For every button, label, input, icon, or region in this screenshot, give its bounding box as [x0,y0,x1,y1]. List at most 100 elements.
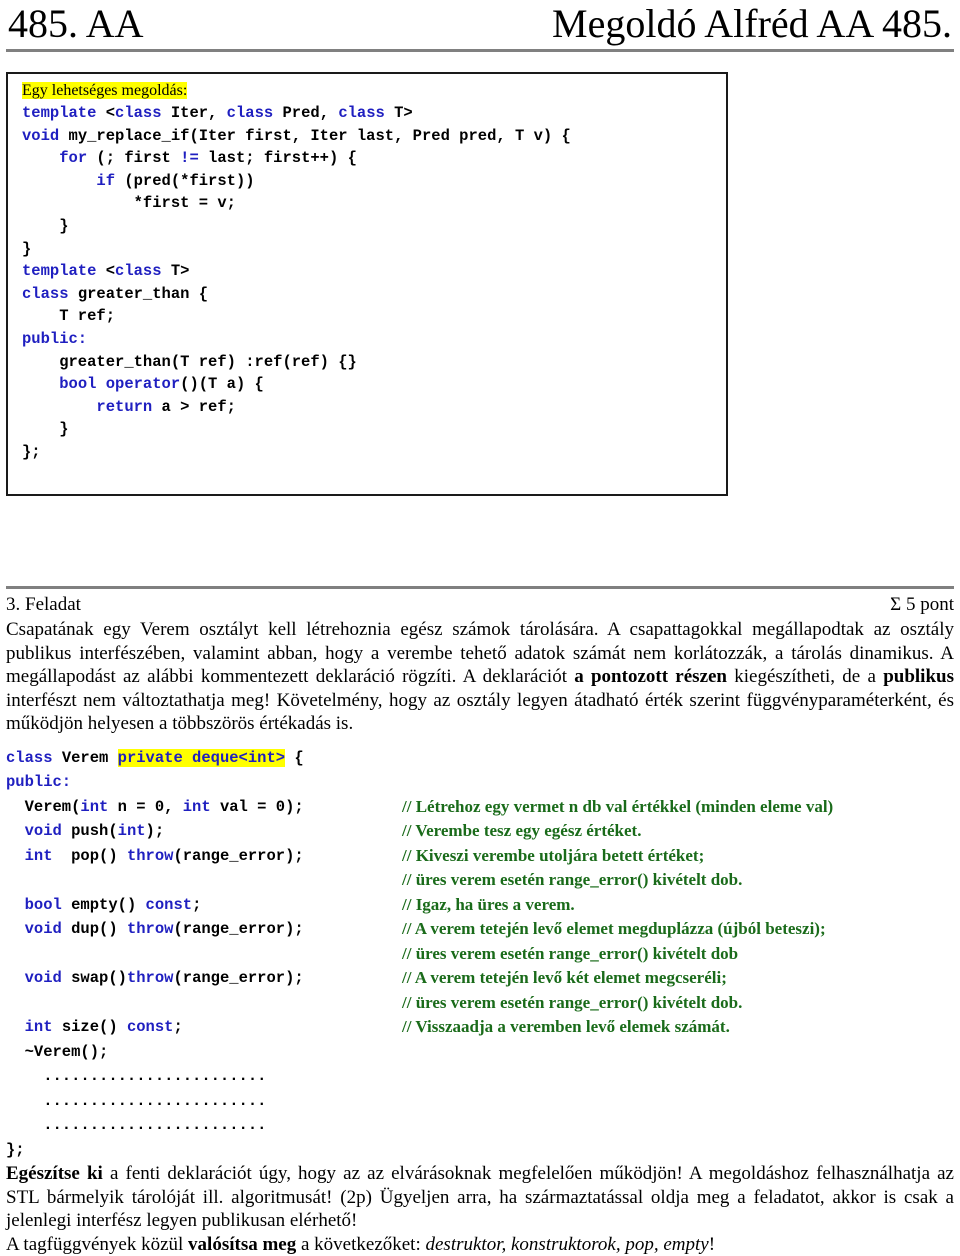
code-token: (; first [87,149,180,167]
code-token: class [227,104,274,122]
code-token: n = 0, [108,798,182,816]
code-token: throw [127,969,174,987]
code-token: greater_than { [69,285,209,303]
code-token: a > ref; [152,398,236,416]
solution-code-box: Egy lehetséges megoldás: template <class… [6,72,728,496]
code-token: T> [385,104,413,122]
declaration-row: // üres verem esetén range_error() kivét… [6,868,954,893]
declaration-row: ........................ [6,1089,954,1114]
code-token [6,1018,25,1036]
code-token: public: [6,773,71,791]
declaration-row: int pop() throw(range_error);// Kiveszi … [6,844,954,869]
code-line: public: [22,328,718,351]
declaration-code: int pop() throw(range_error); [6,844,402,869]
code-token: (range_error); [173,969,303,987]
declaration-code: ........................ [6,1113,402,1138]
code-token [22,398,96,416]
code-token: Verem( [6,798,80,816]
task-section-divider [6,586,954,589]
solution-code: template <class Iter, class Pred, class … [22,102,718,464]
code-token: template [22,262,106,280]
code-token: public: [22,330,87,348]
declaration-row: ........................ [6,1064,954,1089]
code-token: ()(T a) { [180,375,264,393]
exam-page: 485. AA Megoldó Alfréd AA 485. Egy lehet… [0,0,960,1246]
declaration-code: class Verem private deque<int> { [6,746,402,771]
declaration-row: }; [6,1138,954,1163]
code-token: ........................ [6,1067,266,1085]
header-student-name: Megoldó Alfréd AA 485. [552,2,952,46]
code-token: }; [6,1141,25,1159]
code-token: class [115,262,162,280]
declaration-comment: // üres verem esetén range_error() kivét… [402,942,738,967]
code-token: ~Verem(); [6,1043,108,1061]
code-token: ); [146,822,165,840]
code-token: < [106,104,115,122]
code-line: void my_replace_if(Iter first, Iter last… [22,125,718,148]
page-header: 485. AA Megoldó Alfréd AA 485. [6,0,954,46]
code-token [6,896,25,914]
declaration-comment: // Igaz, ha üres a verem. [402,893,575,918]
code-token: my_replace_if(Iter first, Iter last, Pre… [59,127,571,145]
declaration-row: // üres verem esetén range_error() kivét… [6,942,954,967]
code-token: void [25,969,62,987]
footer-required-members-line: A tagfüggvények közül valósítsa meg a kö… [6,1233,954,1256]
declaration-comment: // Visszaadja a veremben levő elemek szá… [402,1015,730,1040]
code-token: class [115,104,162,122]
code-token: void [25,920,62,938]
declaration-code: ........................ [6,1089,402,1114]
declaration-row: // üres verem esetén range_error() kivét… [6,991,954,1016]
code-line: for (; first != last; first++) { [22,147,718,170]
footer-run: valósítsa meg [188,1234,296,1255]
code-token: != [180,149,199,167]
task-points-label: Σ 5 pont [890,593,954,617]
code-line: template <class Iter, class Pred, class … [22,102,718,125]
declaration-comment: // A verem tetején levő elemet megdupláz… [402,917,826,942]
declaration-code [6,868,402,893]
code-token: int [25,1018,53,1036]
task-description-paragraph: Csapatának egy Verem osztályt kell létre… [6,618,954,736]
code-token: int [118,822,146,840]
code-token: T> [162,262,190,280]
declaration-row: void push(int);// Verembe tesz egy egész… [6,819,954,844]
declaration-comment: // üres verem esetén range_error() kivét… [402,991,742,1016]
code-line: T ref; [22,305,718,328]
code-token: int [183,798,211,816]
code-line: greater_than(T ref) :ref(ref) {} [22,351,718,374]
header-exam-code: 485. AA [8,2,144,46]
code-token: ........................ [6,1116,266,1134]
code-line: *first = v; [22,192,718,215]
code-line: class greater_than { [22,283,718,306]
code-token: last; first++) { [199,149,357,167]
paragraph-run: publikus [883,666,954,687]
code-token: (range_error); [173,920,303,938]
code-token [22,375,59,393]
code-token: pop() [53,847,127,865]
declaration-row: public: [6,770,954,795]
declaration-code: void swap()throw(range_error); [6,966,402,991]
code-token: class [6,749,53,767]
code-token: throw [127,847,174,865]
declaration-comment: // Verembe tesz egy egész értéket. [402,819,641,844]
code-token: template [22,104,106,122]
declaration-code: bool empty() const; [6,893,402,918]
header-divider [6,49,954,52]
code-token [6,920,25,938]
code-line: return a > ref; [22,396,718,419]
code-token: Pred, [273,104,338,122]
code-token: bool [25,896,62,914]
footer-run: A tagfüggvények közül [6,1234,188,1255]
code-token: } [22,217,69,235]
code-token: void [25,822,62,840]
task-heading-row: 3. Feladat Σ 5 pont [6,593,954,617]
footer-run: ! [709,1234,715,1255]
code-line: template <class T> [22,260,718,283]
footer-run: a következőket: [296,1234,425,1255]
declaration-code: int size() const; [6,1015,402,1040]
declaration-row: int size() const;// Visszaadja a verembe… [6,1015,954,1040]
code-token [6,969,25,987]
declaration-code: public: [6,770,402,795]
footer-run: destruktor, konstruktorok, pop, empty [426,1234,709,1255]
code-token: class [338,104,385,122]
code-token: size() [53,1018,127,1036]
